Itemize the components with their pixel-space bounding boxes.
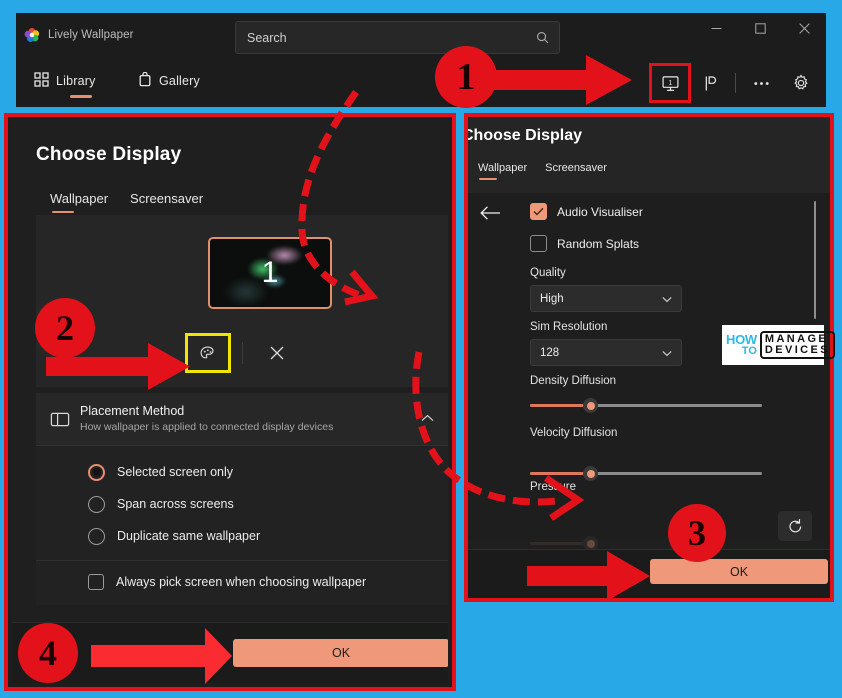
annotation-dashed-curve-b [412, 351, 585, 521]
annotation-badge-3: 3 [668, 504, 726, 562]
annotation-overlay [46, 55, 650, 684]
annotation-badge-4: 4 [18, 623, 78, 683]
annotation-dashed-curve-a [298, 90, 379, 306]
annotation-arrow-1 [488, 55, 632, 105]
annotation-arrow-3 [527, 551, 650, 601]
annotation-arrow-4 [91, 628, 232, 684]
annotation-badge-2: 2 [35, 298, 95, 358]
screenshot-root: Lively Wallpaper Search Library Gallery … [0, 0, 842, 698]
annotation-badge-1: 1 [435, 46, 497, 108]
